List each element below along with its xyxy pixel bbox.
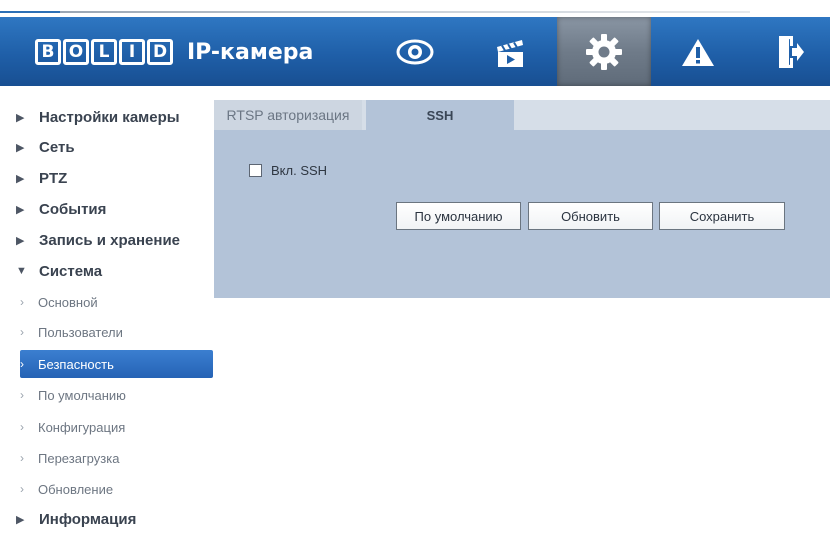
expand-arrow-icon: ▶	[16, 111, 25, 124]
clapperboard-icon	[497, 39, 523, 67]
sidebar-item-label: По умолчанию	[38, 387, 126, 403]
save-button[interactable]: Сохранить	[659, 202, 785, 230]
sidebar-item-label: Безпасность	[38, 356, 114, 372]
chevron-right-icon: ›	[20, 325, 24, 339]
logo-letter: O	[63, 39, 89, 65]
sidebar-item-label: Конфигурация	[38, 419, 126, 435]
refresh-button[interactable]: Обновить	[528, 202, 653, 230]
sidebar-item-users[interactable]: › Пользователи	[20, 318, 213, 346]
logout-icon	[779, 35, 804, 68]
menu-events[interactable]: ▶ События	[16, 196, 106, 222]
menu-information[interactable]: ▶ Информация	[16, 506, 136, 532]
nav-live-button[interactable]	[368, 17, 462, 86]
sidebar: ▶ Настройки камеры ▶ Сеть ▶ PTZ ▶ Событи…	[0, 100, 214, 535]
ssh-enable-label: Вкл. SSH	[271, 163, 328, 178]
logo-mark: B O L I D	[35, 39, 173, 65]
warning-icon	[682, 38, 714, 66]
menu-system[interactable]: ▼ Система	[16, 258, 102, 284]
menu-camera-settings[interactable]: ▶ Настройки камеры	[16, 104, 180, 130]
sidebar-item-configuration[interactable]: › Конфигурация	[20, 413, 213, 441]
sidebar-item-update[interactable]: › Обновление	[20, 475, 213, 503]
menu-label: Запись и хранение	[39, 231, 181, 249]
chevron-right-icon: ›	[20, 295, 24, 309]
nav-settings-button[interactable]	[557, 17, 651, 86]
ssh-enable-toggle[interactable]: Вкл. SSH	[249, 163, 327, 178]
menu-network[interactable]: ▶ Сеть	[16, 134, 75, 160]
menu-label: Информация	[39, 510, 137, 528]
expand-arrow-icon: ▶	[16, 172, 25, 185]
sidebar-item-defaults[interactable]: › По умолчанию	[20, 381, 213, 409]
expand-arrow-icon: ▶	[16, 203, 25, 216]
expand-arrow-icon: ▶	[16, 513, 25, 526]
sidebar-item-label: Пользователи	[38, 324, 123, 340]
logo-letter: B	[35, 39, 61, 65]
ssh-content: Вкл. SSH По умолчанию Обновить Сохранить	[214, 130, 830, 298]
expand-arrow-icon: ▶	[16, 141, 25, 154]
chevron-right-icon: ›	[20, 420, 24, 434]
collapse-arrow-icon: ▼	[16, 265, 27, 277]
sidebar-item-reboot[interactable]: › Перезагрузка	[20, 444, 213, 472]
menu-ptz[interactable]: ▶ PTZ	[16, 165, 67, 191]
default-button[interactable]: По умолчанию	[396, 202, 521, 230]
chevron-right-icon: ›	[20, 388, 24, 402]
expand-arrow-icon: ▶	[16, 234, 25, 247]
product-title: IP-камера	[187, 39, 314, 65]
menu-label: События	[39, 200, 107, 218]
logo-letter: L	[91, 39, 117, 65]
brand-logo: B O L I D IP-камера	[35, 36, 313, 68]
eye-icon	[396, 39, 434, 64]
sidebar-item-label: Перезагрузка	[38, 450, 120, 466]
tab-rtsp-auth[interactable]: RTSP авторизация	[214, 100, 362, 130]
menu-label: PTZ	[39, 169, 68, 187]
chevron-right-icon: ›	[20, 357, 24, 371]
chevron-right-icon: ›	[20, 451, 24, 465]
menu-label: Сеть	[39, 138, 75, 156]
menu-label: Система	[39, 262, 103, 280]
nav-logout-button[interactable]	[750, 17, 830, 86]
nav-playback-button[interactable]	[463, 17, 557, 86]
top-progress-line	[0, 11, 750, 13]
nav-alarm-button[interactable]	[651, 17, 745, 86]
sidebar-item-label: Основной	[38, 294, 98, 310]
tab-ssh[interactable]: SSH	[366, 100, 514, 130]
sidebar-item-security[interactable]: › Безпасность	[20, 350, 213, 378]
sidebar-item-basic[interactable]: › Основной	[20, 288, 213, 316]
chevron-right-icon: ›	[20, 482, 24, 496]
logo-letter: D	[147, 39, 173, 65]
sidebar-item-label: Обновление	[38, 481, 114, 497]
gear-icon	[586, 33, 622, 70]
menu-label: Настройки камеры	[39, 108, 180, 126]
menu-storage[interactable]: ▶ Запись и хранение	[16, 227, 180, 253]
top-strip	[0, 0, 830, 17]
ssh-enable-checkbox[interactable]	[249, 164, 262, 177]
logo-letter: I	[119, 39, 145, 65]
settings-panel: RTSP авторизация SSH Вкл. SSH По умолчан…	[214, 100, 830, 298]
header-bar: B O L I D IP-камера	[0, 17, 830, 86]
